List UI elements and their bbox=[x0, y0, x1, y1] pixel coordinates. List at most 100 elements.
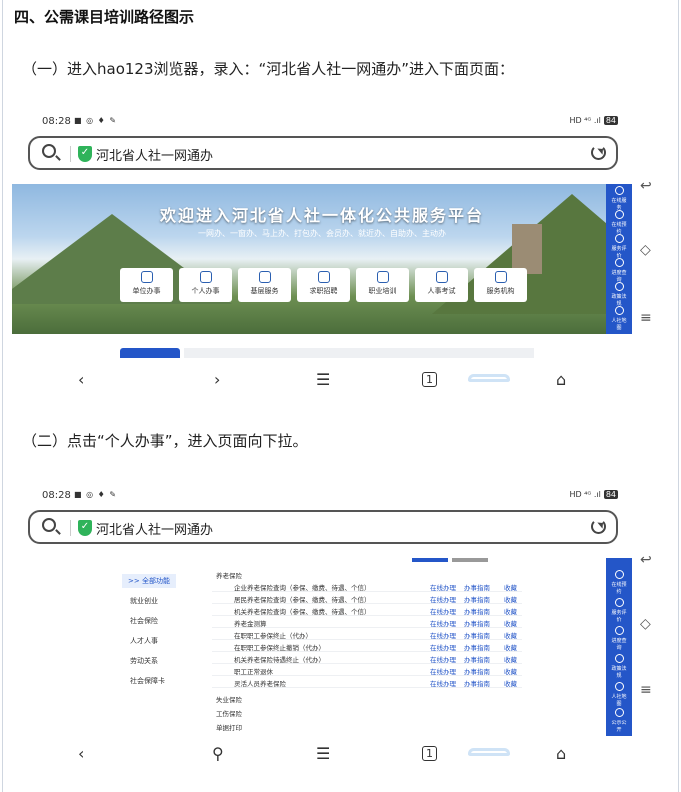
tile-unit-affairs[interactable]: 单位办事 bbox=[120, 268, 173, 302]
org-icon bbox=[494, 271, 507, 283]
notification-icons: ■ ◎ ♦ ✎ bbox=[74, 116, 118, 125]
table-row[interactable]: 机关养老保险待遇终止（代办） 在线办理 办事指南 收藏 bbox=[212, 652, 522, 664]
battery-icon: 84 bbox=[603, 490, 618, 499]
tile-exams[interactable]: 人事考试 bbox=[415, 268, 468, 302]
tile-institutions[interactable]: 服务机构 bbox=[474, 268, 527, 302]
person-icon bbox=[199, 271, 212, 283]
divider bbox=[70, 146, 71, 162]
service-tiles: 单位办事 个人办事 基层服务 求职招聘 职业培训 人事考试 服务机构 bbox=[120, 268, 527, 302]
reload-icon[interactable] bbox=[591, 145, 606, 160]
browser-nav-bar: ‹ › ☰ 1 ⌂ bbox=[12, 362, 632, 398]
side-home-icon[interactable]: ◇ bbox=[640, 616, 651, 632]
search-nav-icon[interactable]: ⚲ bbox=[212, 744, 224, 763]
hero-banner: 欢迎进入河北省人社一体化公共服务平台 一网办、一窗办、马上办、打包办、会员办、就… bbox=[12, 184, 632, 334]
side-item[interactable]: 进度查询 bbox=[610, 626, 628, 651]
shield-check-icon: ✓ bbox=[78, 520, 92, 536]
side-item[interactable]: 人社地图 bbox=[610, 682, 628, 707]
menu-employment[interactable]: 就业创业 bbox=[130, 596, 158, 606]
search-icon[interactable] bbox=[42, 518, 56, 532]
menu-labor[interactable]: 劳动关系 bbox=[130, 656, 158, 666]
side-home-icon[interactable]: ◇ bbox=[640, 242, 651, 258]
tabs-icon[interactable]: 1 bbox=[422, 746, 437, 761]
side-menu-icon[interactable]: ≡ bbox=[640, 682, 652, 698]
menu-icon[interactable]: ☰ bbox=[316, 370, 330, 389]
category-unemployment[interactable]: 失业保险 bbox=[216, 694, 242, 704]
side-item[interactable]: 在线预约 bbox=[610, 570, 628, 595]
menu-talent[interactable]: 人才人事 bbox=[130, 636, 158, 646]
category-menu: >> 全部功能 就业创业 社会保险 人才人事 劳动关系 社会保障卡 bbox=[116, 558, 206, 736]
signal-icons: HD ⁴ᴳ .ıl 84 bbox=[569, 116, 618, 125]
goggles-icon[interactable] bbox=[468, 368, 510, 388]
home-icon[interactable]: ⌂ bbox=[556, 744, 566, 763]
address-bar[interactable]: ✓ 河北省人社一网通办 bbox=[28, 510, 618, 544]
back-icon[interactable]: ‹ bbox=[78, 744, 84, 763]
table-row[interactable]: 居民养老保险查询（参保、缴费、待遇、个信） 在线办理 办事指南 收藏 bbox=[212, 592, 522, 604]
category-pension[interactable]: 养老保险 bbox=[216, 570, 242, 580]
side-item[interactable]: 人社地图 bbox=[610, 306, 628, 331]
side-item[interactable]: 政策法规 bbox=[610, 282, 628, 307]
status-time: 08:28 bbox=[42, 116, 71, 127]
phone-screenshot-one: 08:28 ■ ◎ ♦ ✎ HD ⁴ᴳ .ıl 84 ✓ 河北省人社一网通办 欢迎… bbox=[12, 112, 632, 402]
status-bar: 08:28 ■ ◎ ♦ ✎ HD ⁴ᴳ .ıl 84 bbox=[12, 112, 632, 132]
side-item[interactable]: 服务评价 bbox=[610, 598, 628, 623]
service-list-view: >> 全部功能 就业创业 社会保险 人才人事 劳动关系 社会保障卡 养老保险 企… bbox=[12, 558, 632, 736]
phone-screenshot-two: 08:28 ■ ◎ ♦ ✎ HD ⁴ᴳ .ıl 84 ✓ 河北省人社一网通办 >>… bbox=[12, 486, 632, 772]
menu-icon[interactable]: ☰ bbox=[316, 744, 330, 763]
goggles-icon[interactable] bbox=[468, 742, 510, 762]
table-row[interactable]: 在职职工参保终止撤销（代办） 在线办理 办事指南 收藏 bbox=[212, 640, 522, 652]
side-item[interactable]: 进度查询 bbox=[610, 258, 628, 283]
side-item[interactable]: 在线服务 bbox=[610, 186, 628, 211]
top-tab[interactable] bbox=[452, 558, 488, 562]
side-back-icon[interactable]: ↩ bbox=[640, 552, 652, 568]
table-row[interactable]: 养老金测算 在线办理 办事指南 收藏 bbox=[212, 616, 522, 628]
side-service-panel: 在线服务 在线预约 服务评价 进度查询 政策法规 人社地图 bbox=[606, 184, 632, 334]
side-item[interactable]: 政策法规 bbox=[610, 654, 628, 679]
reload-icon[interactable] bbox=[591, 519, 606, 534]
section-heading: 四、公需课目培训路径图示 bbox=[14, 8, 195, 26]
address-text[interactable]: 河北省人社一网通办 bbox=[96, 145, 213, 164]
tile-personal-affairs[interactable]: 个人办事 bbox=[179, 268, 232, 302]
user-search-icon bbox=[317, 271, 330, 283]
side-item[interactable]: 在线预约 bbox=[610, 210, 628, 235]
tile-grassroots[interactable]: 基层服务 bbox=[238, 268, 291, 302]
category-injury[interactable]: 工伤保险 bbox=[216, 708, 242, 718]
side-service-panel: 在线预约 服务评价 进度查询 政策法规 人社地图 公示公开 bbox=[606, 558, 632, 736]
category-print[interactable]: 单据打印 bbox=[216, 722, 242, 732]
table-row[interactable]: 职工正常退休 在线办理 办事指南 收藏 bbox=[212, 664, 522, 676]
table-row[interactable]: 灵活人员养老保险 在线办理 办事指南 收藏 bbox=[212, 676, 522, 688]
top-tab[interactable] bbox=[412, 558, 448, 562]
certificate-icon bbox=[376, 271, 389, 283]
content-strip bbox=[184, 348, 534, 358]
tile-training[interactable]: 职业培训 bbox=[356, 268, 409, 302]
tabs-icon[interactable]: 1 bbox=[422, 372, 437, 387]
forward-icon[interactable]: › bbox=[214, 370, 220, 389]
building-icon bbox=[140, 271, 153, 283]
address-bar[interactable]: ✓ 河北省人社一网通办 bbox=[28, 136, 618, 170]
step-two-text: （二）点击“个人办事”，进入页面向下拉。 bbox=[22, 432, 308, 450]
signal-icons: HD ⁴ᴳ .ıl 84 bbox=[569, 490, 618, 499]
monitor-icon bbox=[258, 271, 271, 283]
menu-social-insurance[interactable]: 社会保险 bbox=[130, 616, 158, 626]
side-menu-icon[interactable]: ≡ bbox=[640, 310, 652, 326]
status-time: 08:28 bbox=[42, 490, 71, 501]
browser-nav-bar: ‹ ⚲ ☰ 1 ⌂ bbox=[12, 736, 632, 772]
search-icon[interactable] bbox=[42, 144, 56, 158]
notification-icons: ■ ◎ ♦ ✎ bbox=[74, 490, 118, 499]
shield-check-icon: ✓ bbox=[78, 146, 92, 162]
address-text[interactable]: 河北省人社一网通办 bbox=[96, 519, 213, 538]
table-row[interactable]: 在职职工参保终止（代办） 在线办理 办事指南 收藏 bbox=[212, 628, 522, 640]
back-icon[interactable]: ‹ bbox=[78, 370, 84, 389]
side-back-icon[interactable]: ↩ bbox=[640, 178, 652, 194]
side-item[interactable]: 公示公开 bbox=[610, 708, 628, 733]
divider bbox=[70, 520, 71, 536]
content-tab-active[interactable] bbox=[120, 348, 180, 358]
table-row[interactable]: 企业养老保险查询（参保、缴费、待遇、个信） 在线办理 办事指南 收藏 bbox=[212, 580, 522, 592]
tile-jobs[interactable]: 求职招聘 bbox=[297, 268, 350, 302]
side-item[interactable]: 服务评价 bbox=[610, 234, 628, 259]
step-one-text: （一）进入hao123浏览器，录入：“河北省人社一网通办”进入下面页面： bbox=[22, 60, 515, 78]
table-row[interactable]: 机关养老保险查询（参保、缴费、待遇、个信） 在线办理 办事指南 收藏 bbox=[212, 604, 522, 616]
home-icon[interactable]: ⌂ bbox=[556, 370, 566, 389]
menu-all-functions[interactable]: >> 全部功能 bbox=[122, 574, 176, 588]
menu-ss-card[interactable]: 社会保障卡 bbox=[130, 676, 165, 686]
status-bar: 08:28 ■ ◎ ♦ ✎ HD ⁴ᴳ .ıl 84 bbox=[12, 486, 632, 506]
